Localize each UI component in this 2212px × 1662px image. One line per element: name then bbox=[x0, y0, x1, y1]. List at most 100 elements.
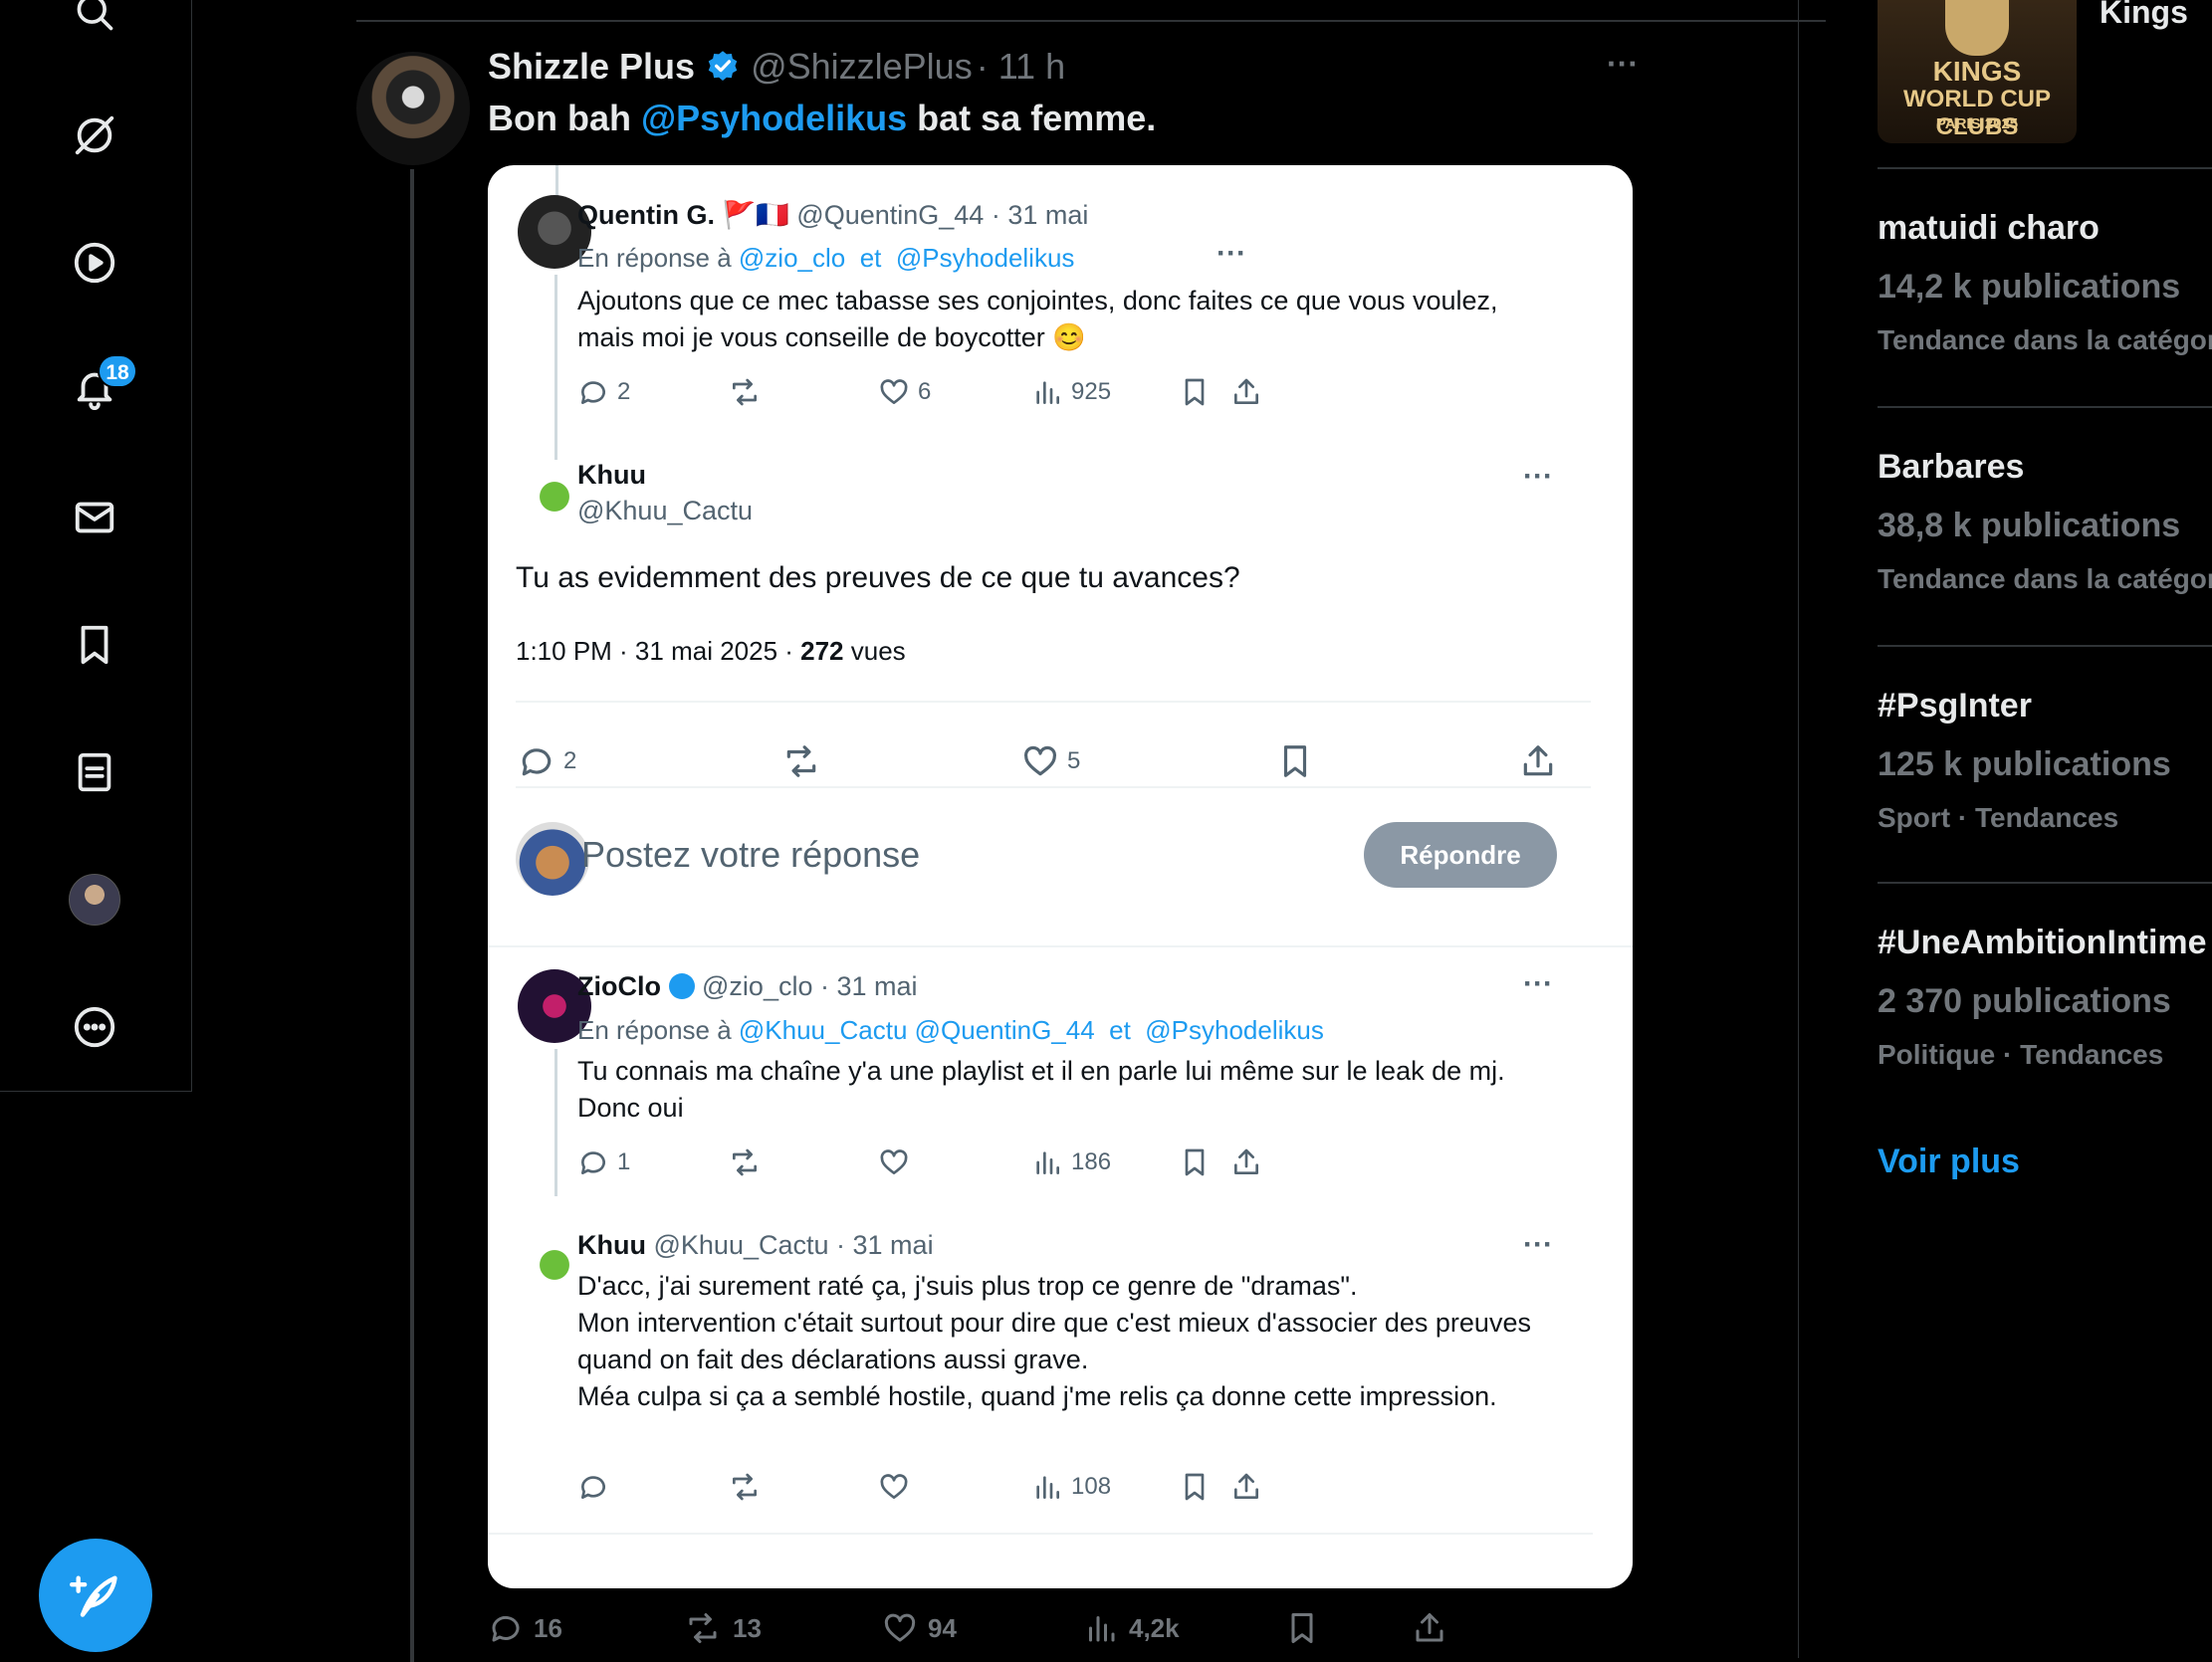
reply-text: Tu connais ma chaîne y'a une playlist et… bbox=[577, 1056, 1505, 1123]
more-options-icon: ··· bbox=[1217, 237, 1246, 270]
trend-name: #UneAmbitionIntime bbox=[1878, 924, 2207, 961]
trend-count: 14,2 k publications bbox=[1878, 268, 2181, 306]
like-button[interactable]: 94 bbox=[882, 1610, 957, 1646]
bookmark-icon bbox=[1185, 1473, 1205, 1501]
kings-logo-city: PARIS 2025 bbox=[1935, 115, 2019, 132]
bookmark-icon bbox=[1291, 1613, 1313, 1643]
author-handle: @Khuu_Cactu bbox=[577, 496, 754, 525]
author-name[interactable]: Shizzle Plus bbox=[488, 46, 695, 88]
messages-icon[interactable] bbox=[55, 478, 134, 557]
views-icon bbox=[1036, 1476, 1059, 1499]
share-button[interactable] bbox=[1412, 1610, 1447, 1646]
author-name: Khuu bbox=[577, 460, 646, 490]
trend-item[interactable]: #PsgInter 125 k publications Sport · Ten… bbox=[1878, 687, 2212, 834]
more-options-icon[interactable]: ··· bbox=[1607, 46, 1639, 83]
share-icon bbox=[1234, 1473, 1258, 1499]
bookmark-icon bbox=[1283, 745, 1307, 777]
retweet-icon bbox=[733, 378, 757, 406]
lists-icon[interactable] bbox=[55, 732, 134, 812]
reply-input[interactable]: Postez votre réponse bbox=[581, 834, 920, 876]
kings-logo-text: KINGS bbox=[1932, 56, 2022, 87]
retweet-icon bbox=[733, 1473, 757, 1501]
tweet-actions: 16 13 94 4,2k bbox=[488, 1610, 1633, 1650]
see-more-link[interactable]: Voir plus bbox=[1878, 1143, 2020, 1181]
trend-name: #PsgInter bbox=[1878, 687, 2032, 725]
divider bbox=[356, 20, 1826, 22]
reply-to-line: En réponse à @Khuu_Cactu @QuentinG_44 et… bbox=[577, 1015, 1324, 1045]
views-icon bbox=[1036, 381, 1059, 404]
reply-icon bbox=[492, 1615, 520, 1642]
main-column: Shizzle Plus @ShizzlePlus · 11 h ··· Bon… bbox=[191, 0, 1826, 1662]
more-options-icon[interactable]: ··· bbox=[1523, 1228, 1553, 1262]
more-options-icon[interactable]: ··· bbox=[1523, 967, 1553, 1001]
retweet-button[interactable]: 13 bbox=[683, 1610, 762, 1646]
composer-avatar bbox=[516, 822, 589, 896]
share-icon bbox=[1416, 1613, 1443, 1642]
trend-item[interactable]: Barbares 38,8 k publications Tendance da… bbox=[1878, 448, 2212, 595]
compose-post-button[interactable] bbox=[39, 1539, 152, 1652]
trend-name: matuidi charo bbox=[1878, 209, 2100, 247]
trend-name: Barbares bbox=[1878, 448, 2025, 486]
mention-link[interactable]: @Psyhodelikus bbox=[641, 98, 907, 138]
reply-icon bbox=[522, 748, 552, 776]
divider bbox=[488, 1533, 1593, 1535]
kings-event-image[interactable]: KINGS WORLD CUP CLUBS PARIS 2025 bbox=[1878, 0, 2077, 143]
trend-count: 2 370 publications bbox=[1878, 982, 2171, 1020]
trend-meta: Tendance dans la catégorie bbox=[1878, 324, 2212, 355]
video-icon[interactable] bbox=[55, 223, 134, 303]
like-icon bbox=[880, 1474, 908, 1499]
divider bbox=[516, 786, 1591, 788]
retweet-icon bbox=[786, 745, 816, 777]
tweet-timestamp: 1:10 PM · 31 mai 2025 · 272 vues bbox=[516, 636, 906, 666]
like-icon bbox=[880, 1149, 908, 1174]
attached-screenshot[interactable]: Quentin G. 🚩🇫🇷 @QuentinG_44 · 31 mai En … bbox=[488, 165, 1633, 1588]
author-avatar[interactable] bbox=[356, 52, 470, 165]
views-icon bbox=[1036, 1151, 1059, 1174]
search-icon[interactable] bbox=[55, 0, 134, 52]
reply-actions: 2 6 925 ··· bbox=[488, 237, 1633, 416]
more-options-icon[interactable]: ··· bbox=[1523, 460, 1553, 494]
reply-button[interactable]: Répondre bbox=[1364, 822, 1557, 888]
trend-meta: Sport · Tendances bbox=[1878, 802, 2119, 833]
bookmark-button[interactable] bbox=[1284, 1610, 1320, 1646]
reply-text: Ajoutons que ce mec tabasse ses conjoint… bbox=[577, 286, 1498, 352]
right-sidebar: KINGS WORLD CUP CLUBS PARIS 2025 Kings m… bbox=[1878, 0, 2212, 1658]
reply-to-line: En réponse à @zio_clo et @Psyhodelikus bbox=[577, 243, 1075, 273]
trend-item[interactable]: matuidi charo 14,2 k publications Tendan… bbox=[1878, 209, 2212, 356]
tweet-time[interactable]: · 11 h bbox=[977, 46, 1065, 88]
kings-event-title[interactable]: Kings bbox=[2100, 0, 2188, 31]
feather-plus-icon bbox=[70, 1575, 117, 1617]
grok-icon[interactable] bbox=[55, 96, 134, 175]
more-icon[interactable] bbox=[55, 987, 134, 1067]
notifications-icon[interactable]: 18 bbox=[55, 348, 137, 428]
share-icon bbox=[1523, 745, 1553, 776]
like-icon bbox=[880, 379, 908, 404]
verified-badge-icon bbox=[668, 973, 695, 999]
kings-logo-subtitle: WORLD CUP CLUBS bbox=[1903, 86, 2051, 140]
trend-count: 38,8 k publications bbox=[1878, 507, 2181, 544]
bookmarks-icon[interactable] bbox=[55, 605, 134, 685]
reply-icon bbox=[580, 1151, 605, 1174]
retweet-icon bbox=[733, 1148, 757, 1176]
reply-actions: 108 bbox=[488, 1471, 1633, 1511]
divider bbox=[1878, 882, 2212, 884]
reply-icon bbox=[580, 1476, 605, 1499]
thread-line bbox=[410, 169, 414, 1662]
reply-actions: 1 186 bbox=[488, 1146, 1633, 1186]
divider bbox=[516, 701, 1591, 703]
divider bbox=[1878, 167, 2212, 169]
share-icon bbox=[1234, 1148, 1258, 1174]
reply-header: ZioClo @zio_clo · 31 mai bbox=[577, 971, 918, 1001]
like-icon bbox=[884, 1613, 916, 1642]
divider bbox=[488, 945, 1633, 947]
tweet-header: Shizzle Plus @ShizzlePlus · 11 h bbox=[488, 46, 1065, 88]
reply-button[interactable]: 16 bbox=[488, 1610, 562, 1646]
reply-header: Khuu @Khuu_Cactu · 31 mai bbox=[577, 1230, 934, 1260]
like-icon bbox=[1024, 745, 1056, 776]
trend-count: 125 k publications bbox=[1878, 745, 2171, 783]
trend-item[interactable]: #UneAmbitionIntime 2 370 publications Po… bbox=[1878, 924, 2212, 1071]
profile-avatar[interactable] bbox=[55, 860, 134, 939]
views-button[interactable]: 4,2k bbox=[1083, 1610, 1180, 1646]
verified-badge-icon bbox=[708, 51, 738, 81]
author-handle[interactable]: @ShizzlePlus bbox=[751, 46, 973, 88]
